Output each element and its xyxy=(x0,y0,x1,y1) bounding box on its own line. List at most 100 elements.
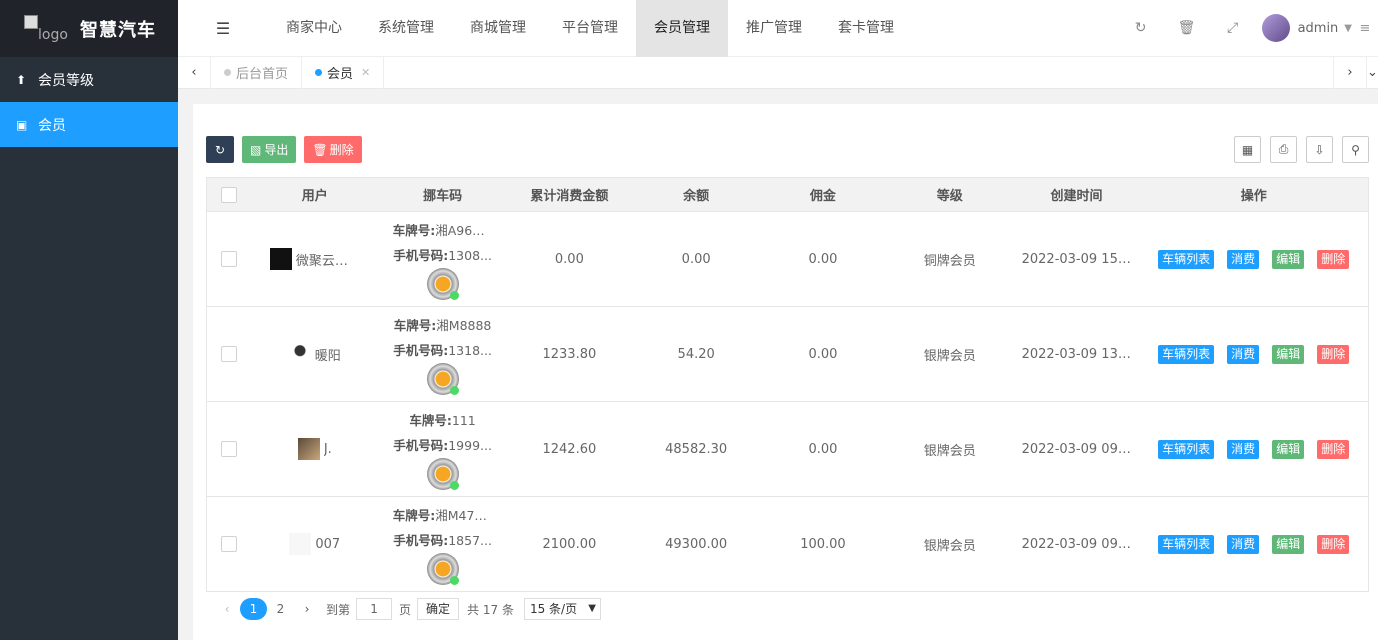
excel-icon: ▧ xyxy=(250,142,262,157)
sidebar-item-label: 会员等级 xyxy=(38,72,94,89)
row-checkbox[interactable] xyxy=(220,441,237,457)
member-table: 用户 挪车码 累计消费金额 余额 佣金 等级 创建时间 操作 微聚云科... 车… xyxy=(206,177,1369,592)
row-checkbox[interactable] xyxy=(220,251,237,267)
nav-platform[interactable]: 平台管理 xyxy=(544,0,636,57)
qr-code-icon[interactable] xyxy=(426,268,459,300)
toolbar: ↻ ▧ 导出 🗑 删除 xyxy=(206,136,362,163)
prev-page-icon[interactable]: ‹ xyxy=(214,602,240,616)
qr-code-icon[interactable] xyxy=(426,363,459,395)
columns-icon[interactable]: ▦ xyxy=(1234,136,1261,163)
close-icon[interactable]: ✕ xyxy=(361,66,370,79)
confirm-page-button[interactable]: 确定 xyxy=(417,598,460,620)
goto-page-input[interactable]: 1 xyxy=(356,598,393,620)
user-name: J. xyxy=(323,441,332,457)
table-row: 暖阳 车牌号:湘M8888 手机号码:1318... 1233.80 54.20… xyxy=(207,307,1368,402)
consume-button[interactable]: 消费 xyxy=(1227,344,1260,364)
table-tools: ▦ ⎙ ⇩ ⚲ xyxy=(1234,136,1369,163)
vehicle-list-button[interactable]: 车辆列表 xyxy=(1158,249,1215,269)
sidebar-item-member[interactable]: ▣ 会员 xyxy=(0,102,178,147)
delete-button[interactable]: 🗑 删除 xyxy=(304,136,362,163)
commission: 0.00 xyxy=(808,346,838,362)
nav-card-package[interactable]: 套卡管理 xyxy=(820,0,912,57)
user-name: 暖阳 xyxy=(314,348,341,364)
plate-label: 车牌号: xyxy=(393,318,437,333)
consume-button[interactable]: 消费 xyxy=(1227,534,1260,554)
qr-code-icon[interactable] xyxy=(426,458,459,490)
admin-username[interactable]: admin xyxy=(1298,21,1339,36)
edit-button[interactable]: 编辑 xyxy=(1272,534,1305,554)
row-checkbox[interactable] xyxy=(220,536,237,552)
tab-menu-icon[interactable]: ⌄ xyxy=(1366,56,1378,89)
page-number[interactable]: 1 xyxy=(240,598,267,620)
plate-label: 车牌号: xyxy=(409,413,452,428)
consume-button[interactable]: 消费 xyxy=(1227,439,1260,459)
delete-row-button[interactable]: 删除 xyxy=(1317,534,1350,554)
refresh-icon: ↻ xyxy=(214,142,226,157)
menu-toggle-icon[interactable]: ☰ xyxy=(178,19,268,38)
total-spend: 1242.60 xyxy=(542,441,597,457)
column-header: 余额 xyxy=(683,189,710,204)
fullscreen-icon[interactable]: ⤢ xyxy=(1210,20,1256,36)
vehicle-list-button[interactable]: 车辆列表 xyxy=(1158,344,1215,364)
created-time: 2022-03-09 09:... xyxy=(1021,536,1135,552)
edit-button[interactable]: 编辑 xyxy=(1272,344,1305,364)
tab-next-icon[interactable]: › xyxy=(1333,56,1366,89)
next-page-icon[interactable]: › xyxy=(294,602,320,616)
export-button[interactable]: ▧ 导出 xyxy=(242,136,297,163)
nav-merchant-center[interactable]: 商家中心 xyxy=(268,0,360,57)
nav-mall[interactable]: 商城管理 xyxy=(452,0,544,57)
sidebar-item-member-level[interactable]: ⬆ 会员等级 xyxy=(0,57,178,102)
refresh-button[interactable]: ↻ xyxy=(206,136,234,163)
column-header: 佣金 xyxy=(809,189,836,204)
column-header: 用户 xyxy=(301,189,328,204)
print-icon[interactable]: ⎙ xyxy=(1270,136,1297,163)
consume-button[interactable]: 消费 xyxy=(1227,249,1260,269)
brand-name: 智慧汽车 xyxy=(80,19,156,41)
avatar[interactable] xyxy=(1261,14,1290,42)
chevron-down-icon[interactable]: ▼ xyxy=(1344,23,1352,34)
page-size-select[interactable]: 15 条/页 ▼ xyxy=(523,598,601,620)
export-file-icon[interactable]: ⇩ xyxy=(1306,136,1333,163)
row-checkbox[interactable] xyxy=(220,346,237,362)
sidebar: logo 智慧汽车 ⬆ 会员等级 ▣ 会员 xyxy=(0,0,178,640)
nav-system[interactable]: 系统管理 xyxy=(360,0,452,57)
tab-home[interactable]: 后台首页 xyxy=(211,56,303,89)
commission: 100.00 xyxy=(800,536,846,552)
tab-prev-icon[interactable]: ‹ xyxy=(178,56,211,89)
commission: 0.00 xyxy=(808,251,838,267)
nav-member[interactable]: 会员管理 xyxy=(636,0,728,57)
search-icon[interactable]: ⚲ xyxy=(1342,136,1369,163)
user-name: 007 xyxy=(315,536,341,552)
header-right: ↻ 🗑 ⤢ admin ▼ ≡ xyxy=(1118,0,1378,57)
vehicle-list-button[interactable]: 车辆列表 xyxy=(1158,439,1215,459)
column-header: 挪车码 xyxy=(423,189,463,204)
trash-icon[interactable]: 🗑 xyxy=(1164,20,1210,36)
balance: 48582.30 xyxy=(665,441,728,457)
more-menu-icon[interactable]: ≡ xyxy=(1352,21,1378,36)
select-all-checkbox[interactable] xyxy=(220,186,237,203)
page-number[interactable]: 2 xyxy=(267,598,294,620)
delete-row-button[interactable]: 删除 xyxy=(1317,344,1350,364)
delete-row-button[interactable]: 删除 xyxy=(1317,439,1350,459)
user-avatar xyxy=(269,248,292,270)
table-row: J. 车牌号:111 手机号码:1999... 1242.60 48582.30… xyxy=(207,402,1368,497)
refresh-icon[interactable]: ↻ xyxy=(1118,20,1164,36)
trash-icon: 🗑 xyxy=(312,142,328,157)
edit-button[interactable]: 编辑 xyxy=(1272,249,1305,269)
qr-code-icon[interactable] xyxy=(426,553,459,585)
delete-row-button[interactable]: 删除 xyxy=(1317,249,1350,269)
tab-member[interactable]: 会员 ✕ xyxy=(302,56,385,89)
phone-label: 手机号码: xyxy=(393,343,449,358)
total-spend: 1233.80 xyxy=(542,346,597,362)
column-header: 累计消费金额 xyxy=(530,189,609,204)
column-header: 创建时间 xyxy=(1050,189,1103,204)
total-spend: 2100.00 xyxy=(542,536,597,552)
pagination: ‹ 1 2 › 到第 1 页 确定 共 17 条 15 条/页 ▼ xyxy=(214,598,601,620)
delete-label: 删除 xyxy=(329,143,354,157)
dropdown-arrow-icon: ▼ xyxy=(588,603,596,614)
user-name: 微聚云科... xyxy=(295,253,360,269)
vehicle-list-button[interactable]: 车辆列表 xyxy=(1158,534,1215,554)
edit-button[interactable]: 编辑 xyxy=(1272,439,1305,459)
column-header: 等级 xyxy=(936,189,963,204)
nav-promotion[interactable]: 推广管理 xyxy=(728,0,820,57)
